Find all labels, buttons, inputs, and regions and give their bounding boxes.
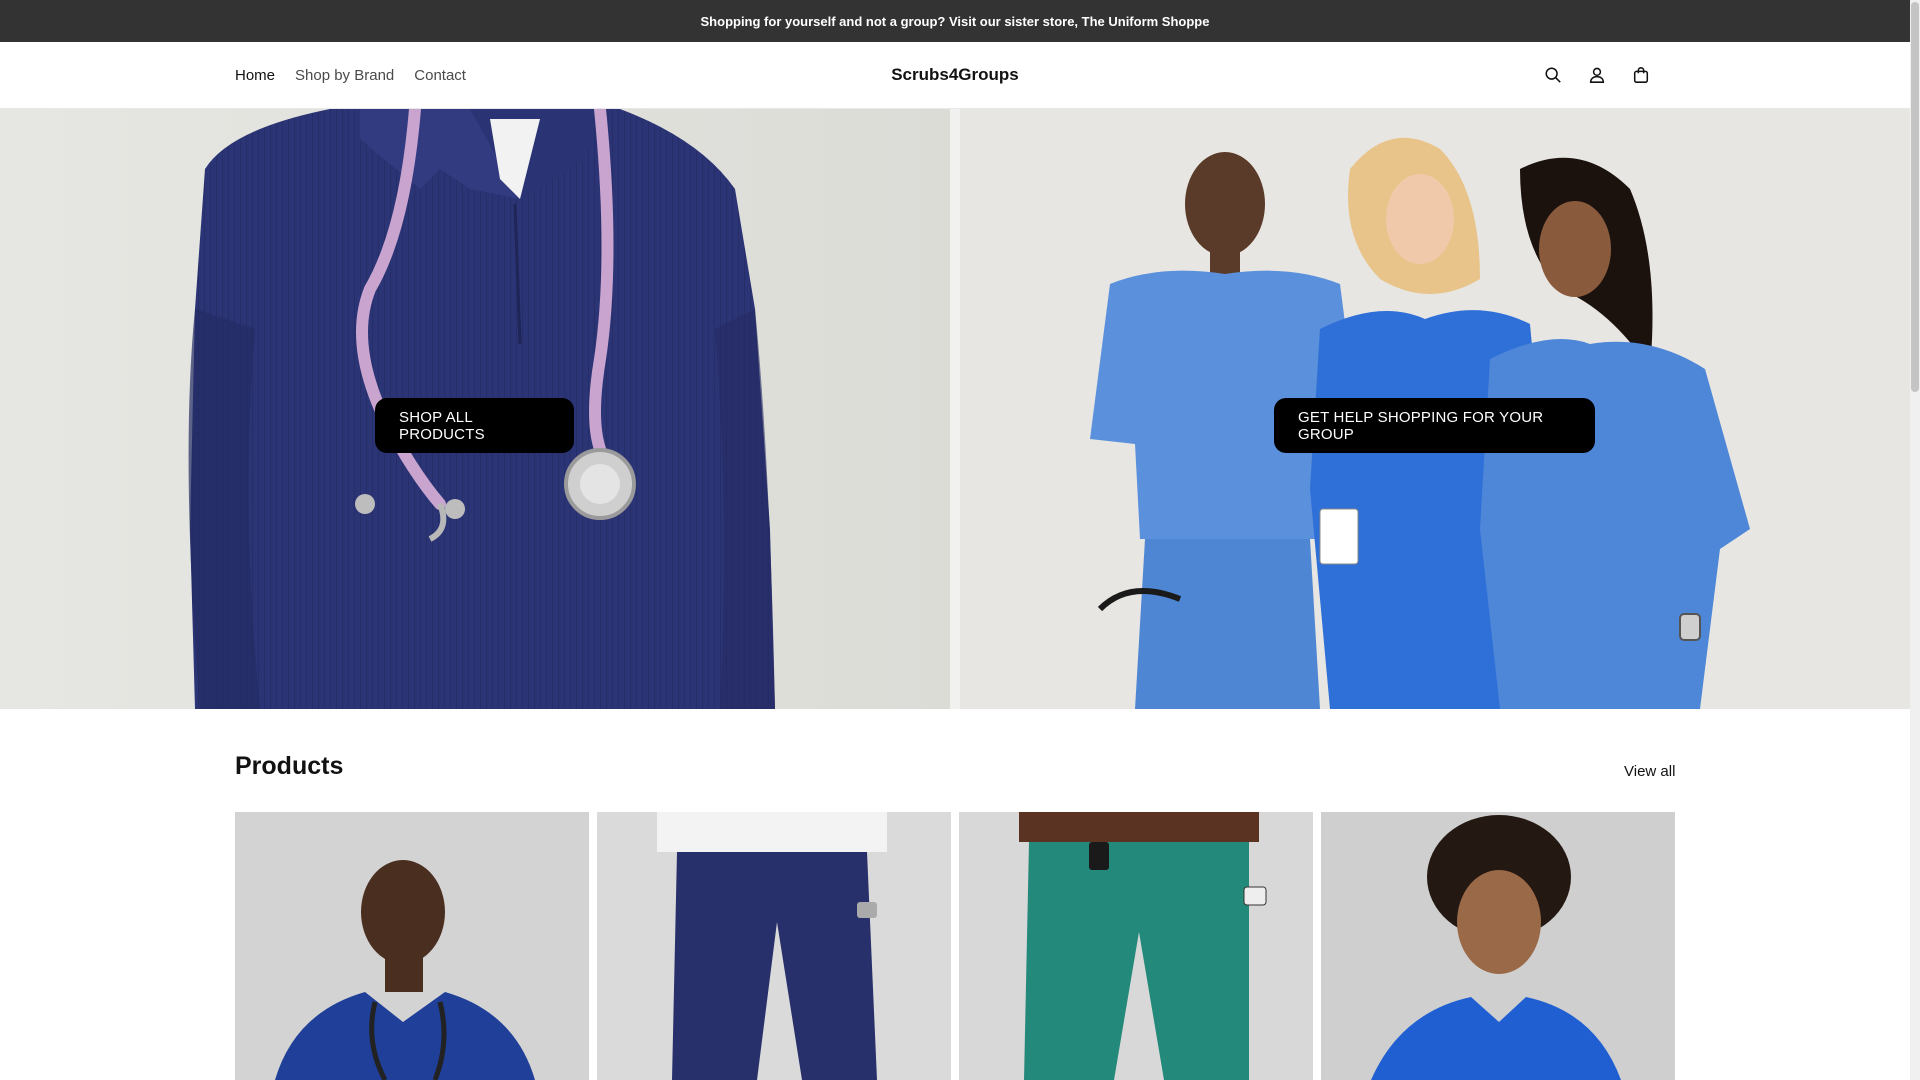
shop-all-products-button[interactable]: SHOP ALL PRODUCTS xyxy=(375,398,574,453)
nav-contact[interactable]: Contact xyxy=(414,67,466,84)
group-shopping-help-button[interactable]: GET HELP SHOPPING FOR YOUR GROUP xyxy=(1274,398,1595,453)
announcement-bar[interactable]: Shopping for yourself and not a group? V… xyxy=(0,0,1910,42)
hero-banner: SHOP ALL PRODUCTS GET HELP SHOPPING FOR … xyxy=(0,109,1910,709)
hero-divider xyxy=(950,109,960,709)
site-header: Home Shop by Brand Contact Scrubs4Groups xyxy=(0,42,1910,109)
cart-icon[interactable] xyxy=(1628,62,1654,88)
view-all-link[interactable]: View all xyxy=(1624,763,1675,780)
products-heading: Products xyxy=(235,752,344,780)
product-image[interactable] xyxy=(235,812,589,1080)
header-icons xyxy=(1540,42,1654,108)
product-card[interactable] xyxy=(597,812,951,1080)
account-icon[interactable] xyxy=(1584,62,1610,88)
product-image[interactable] xyxy=(597,812,951,1080)
product-image[interactable] xyxy=(959,812,1313,1080)
product-card[interactable] xyxy=(959,812,1313,1080)
site-logo[interactable]: Scrubs4Groups xyxy=(891,65,1019,85)
product-card[interactable] xyxy=(1321,812,1675,1080)
nav-home[interactable]: Home xyxy=(235,67,275,84)
main-nav: Home Shop by Brand Contact xyxy=(235,42,466,108)
search-icon[interactable] xyxy=(1540,62,1566,88)
announcement-text[interactable]: Shopping for yourself and not a group? V… xyxy=(701,14,1210,29)
product-grid xyxy=(235,812,1675,1080)
product-card[interactable] xyxy=(235,812,589,1080)
product-image[interactable] xyxy=(1321,812,1675,1080)
scrollbar-thumb[interactable] xyxy=(1911,2,1919,392)
nav-shop-by-brand[interactable]: Shop by Brand xyxy=(295,67,394,84)
